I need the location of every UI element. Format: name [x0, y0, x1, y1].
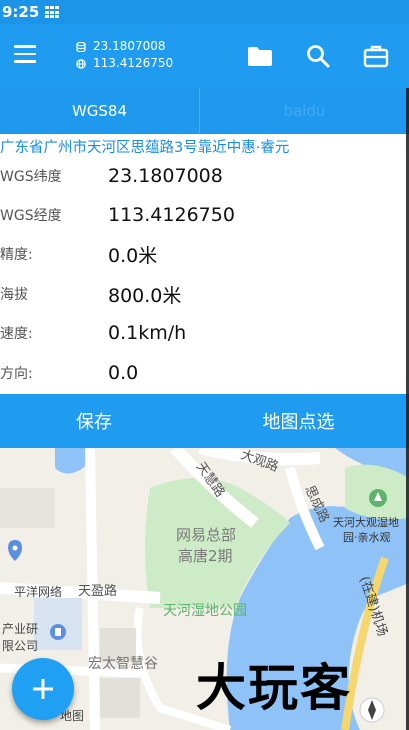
building-block	[100, 678, 140, 718]
map-label-hongtai: 宏太智慧谷	[88, 656, 158, 672]
speed-row: 速度: 0.1km/h	[0, 314, 409, 352]
latitude-value: 23.1807008	[108, 165, 223, 187]
tab-baidu[interactable]: baidu	[200, 88, 409, 134]
map-label-industry: 产业研	[2, 622, 38, 636]
plus-icon	[33, 679, 53, 699]
latitude-row: WGS纬度 23.1807008	[0, 157, 409, 195]
map-label-park-yuan: 园·亲水观	[343, 530, 391, 544]
location-pin-icon	[8, 540, 22, 561]
map-label-wetland: 天河湿地公园	[163, 603, 247, 619]
globe-icon	[76, 58, 86, 69]
longitude-row: WGS经度 113.4126750	[0, 196, 409, 234]
speed-label: 速度:	[0, 326, 33, 342]
longitude-readout: 113.4126750	[93, 56, 174, 70]
accuracy-value: 0.0米	[108, 244, 158, 267]
latitude-readout: 23.1807008	[93, 39, 166, 53]
save-button[interactable]: 保存	[0, 394, 205, 448]
hospital-poi-icon	[50, 624, 66, 640]
watermark-text: 大玩客	[196, 659, 352, 717]
direction-row: 方向: 0.0	[0, 354, 409, 392]
map-label-gaotang: 高唐2期	[178, 547, 233, 565]
search-icon[interactable]	[304, 42, 332, 70]
status-time: 9:25	[2, 3, 40, 21]
add-fab-button[interactable]	[12, 658, 74, 720]
address-text: 广东省广州市天河区思蕴路3号靠近中惠·睿元	[0, 140, 290, 156]
map-label-company: 限公司	[2, 639, 38, 653]
action-bar: 保存 地图点选	[0, 394, 409, 448]
park-left	[0, 488, 55, 528]
database-icon	[76, 41, 86, 52]
coordinate-system-tabs: WGS84 baidu	[0, 88, 409, 134]
menu-icon[interactable]	[14, 45, 36, 63]
accuracy-row: 精度: 0.0米	[0, 235, 409, 273]
map-pick-button[interactable]: 地图点选	[205, 394, 409, 448]
status-bar: 9:25	[0, 0, 409, 24]
map-label-pingyang: 平洋网络	[14, 584, 62, 599]
altitude-value: 800.0米	[108, 284, 182, 307]
tab-wgs84[interactable]: WGS84	[0, 88, 200, 134]
compass-icon	[359, 697, 385, 723]
altitude-row: 海拔 800.0米	[0, 275, 409, 313]
longitude-label: WGS经度	[0, 208, 62, 224]
map-label-tianying: 天盈路	[78, 583, 117, 599]
lake-top-left	[55, 448, 91, 474]
speed-value: 0.1km/h	[108, 322, 187, 344]
map-label-wangyi: 网易总部	[176, 526, 236, 544]
altitude-label: 海拔	[0, 287, 28, 303]
accuracy-label: 精度:	[0, 247, 33, 263]
tree-poi-icon	[369, 489, 387, 507]
app-bar: 23.1807008 113.4126750	[0, 24, 409, 88]
latitude-label: WGS纬度	[0, 169, 62, 185]
coordinate-readout: 23.1807008 113.4126750	[76, 38, 173, 72]
direction-value: 0.0	[108, 362, 139, 384]
briefcase-icon[interactable]	[362, 42, 390, 70]
direction-label: 方向:	[0, 366, 33, 382]
map-label-tianhe-right: 天河大观湿地	[333, 515, 399, 529]
longitude-value: 113.4126750	[108, 204, 235, 226]
folder-icon[interactable]	[246, 42, 274, 70]
notification-grid-icon	[45, 6, 60, 18]
